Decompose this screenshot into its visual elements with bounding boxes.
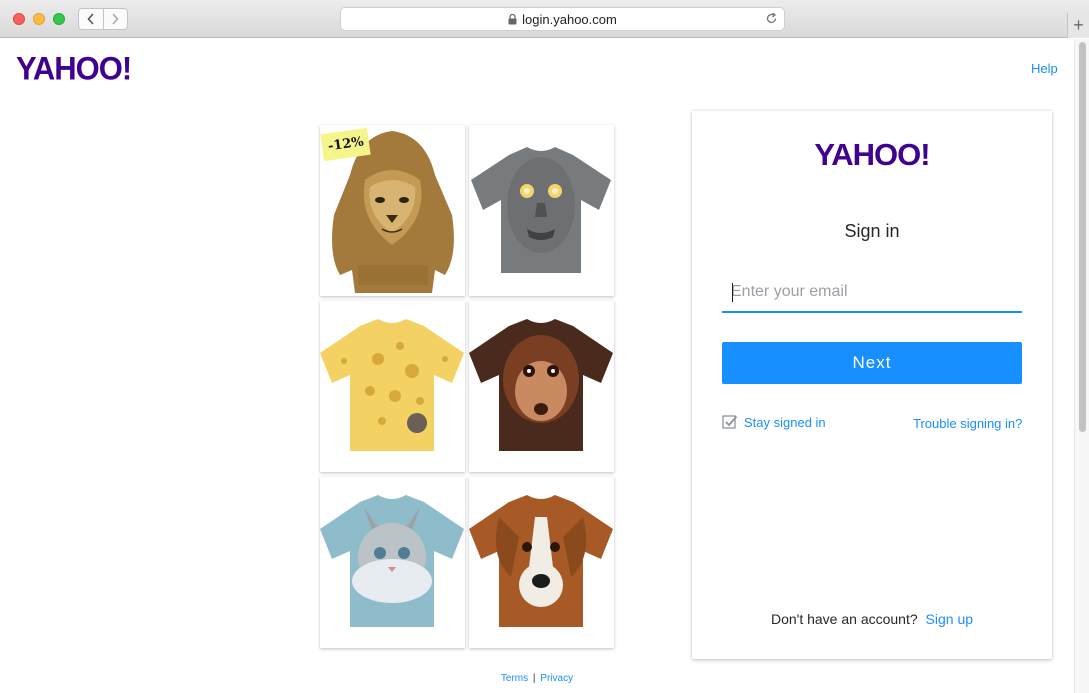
back-button[interactable]	[79, 9, 103, 29]
orangutan-tshirt-image	[469, 319, 613, 451]
zombie-tshirt-image	[471, 147, 611, 273]
scrollbar-thumb[interactable]	[1079, 42, 1086, 432]
ad-tile[interactable]	[320, 301, 465, 472]
history-nav	[78, 8, 128, 30]
yahoo-logo[interactable]: YAHOO!	[16, 50, 132, 88]
ad-panel: -12%	[320, 125, 615, 650]
terms-link[interactable]: Terms	[501, 673, 528, 684]
card-yahoo-logo: YAHOO!	[814, 137, 930, 172]
chevron-left-icon	[87, 13, 94, 25]
page-content: YAHOO! Help -12% Terms | Privacy YAHOO! …	[0, 39, 1074, 693]
ad-tile[interactable]	[469, 477, 614, 648]
browser-toolbar: login.yahoo.com +	[0, 0, 1089, 38]
checkbox-checked-icon	[722, 414, 738, 430]
footer-links: Terms | Privacy	[0, 673, 1074, 684]
address-bar[interactable]: login.yahoo.com	[340, 7, 785, 31]
ad-tile[interactable]	[469, 301, 614, 472]
trouble-signing-in-link[interactable]: Trouble signing in?	[913, 416, 1022, 431]
stay-signed-in-checkbox[interactable]: Stay signed in	[722, 414, 826, 430]
login-card: YAHOO! Sign in Next Stay signed in Troub…	[692, 111, 1052, 659]
new-tab-button[interactable]: +	[1067, 13, 1089, 38]
dog-tshirt-image	[469, 495, 613, 627]
forward-button[interactable]	[102, 9, 128, 29]
minimize-window-button[interactable]	[33, 13, 45, 25]
cheese-tshirt-image	[320, 319, 464, 451]
text-caret	[732, 283, 733, 302]
privacy-link[interactable]: Privacy	[540, 673, 573, 684]
reload-icon[interactable]	[765, 12, 778, 28]
ad-tile[interactable]	[469, 125, 614, 296]
email-field-container	[722, 273, 1022, 313]
help-link[interactable]: Help	[1031, 61, 1058, 76]
stay-signed-in-label: Stay signed in	[744, 414, 826, 430]
sign-up-link[interactable]: Sign up	[926, 611, 973, 627]
kitten-tshirt-image	[320, 495, 464, 627]
chevron-right-icon	[112, 13, 119, 25]
email-input[interactable]	[722, 273, 1022, 311]
no-account-text: Don't have an account?	[770, 611, 918, 627]
ad-tile[interactable]: -12%	[320, 125, 465, 296]
url-text: login.yahoo.com	[522, 11, 617, 27]
lock-icon	[508, 13, 517, 25]
sign-in-title: Sign in	[844, 221, 900, 241]
page-scrollbar[interactable]	[1074, 39, 1089, 693]
signup-row: Don't have an account? Sign up	[692, 611, 1052, 627]
ad-tile[interactable]	[320, 477, 465, 648]
maximize-window-button[interactable]	[53, 13, 65, 25]
footer-separator: |	[532, 673, 536, 684]
close-window-button[interactable]	[13, 13, 25, 25]
next-button[interactable]: Next	[722, 342, 1022, 384]
